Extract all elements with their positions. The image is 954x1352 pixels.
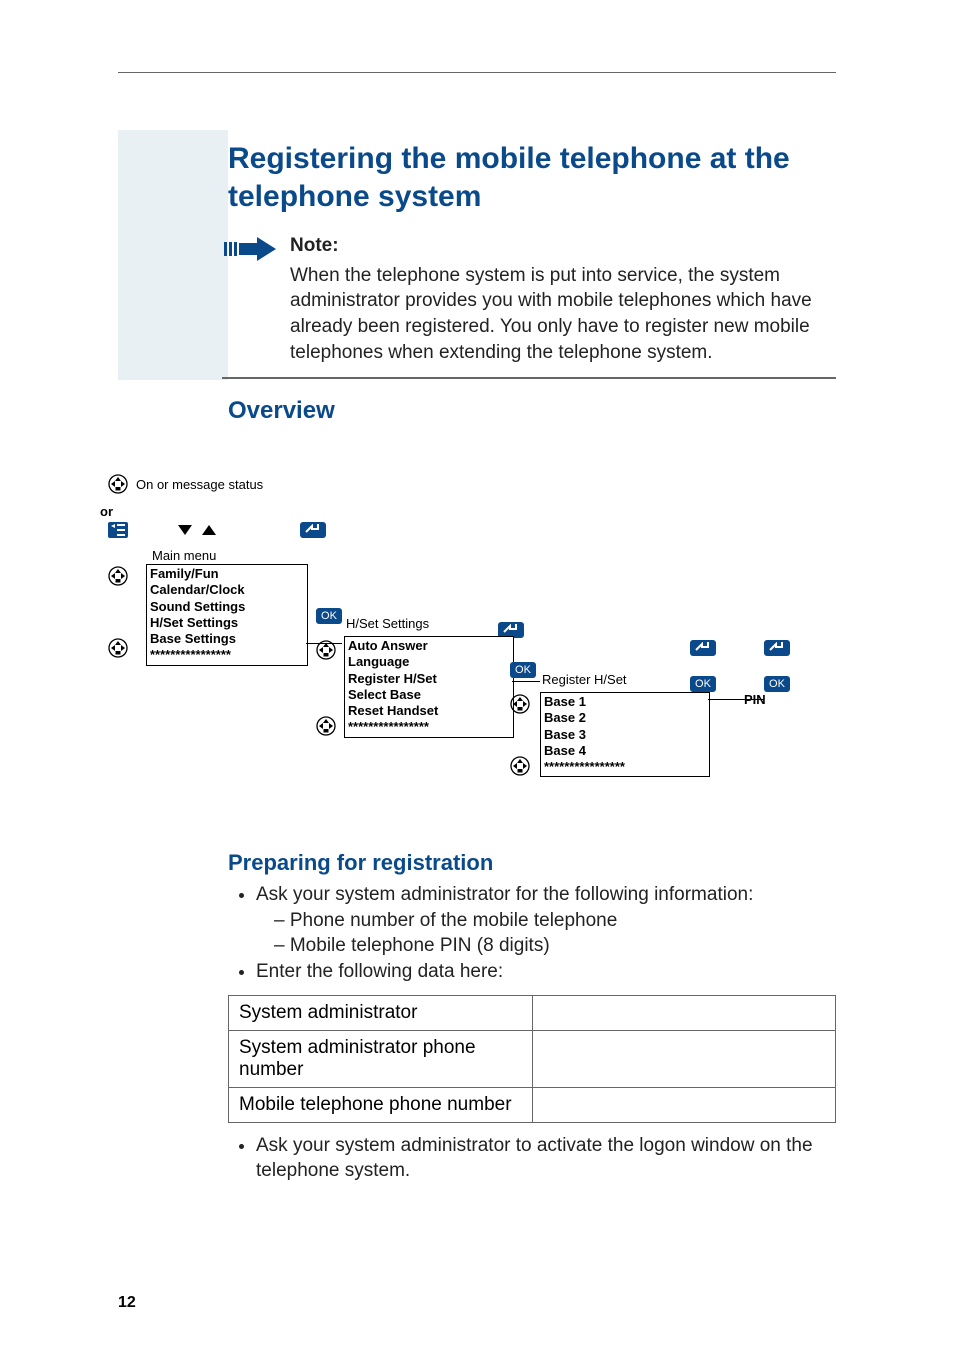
connector-line <box>512 681 540 682</box>
register-hset-menu-box: Base 1 Base 2 Base 3 Base 4 ************… <box>540 692 710 777</box>
menu-item: Register H/Set <box>348 671 510 687</box>
menu-item: Select Base <box>348 687 510 703</box>
hset-settings-label: H/Set Settings <box>346 616 429 631</box>
registration-info-table: System administrator System administrato… <box>228 995 836 1123</box>
note-arrow-icon <box>222 233 276 265</box>
menu-item: Base Settings <box>150 631 304 647</box>
prep-bullet-2: Enter the following data here: <box>256 959 836 985</box>
note-text: When the telephone system is put into se… <box>290 263 836 366</box>
ok-key-icon: OK <box>690 676 716 692</box>
dpad-icon <box>108 566 128 589</box>
menu-item: H/Set Settings <box>150 615 304 631</box>
prep-sub-2: Mobile telephone PIN (8 digits) <box>274 933 836 959</box>
left-margin-band <box>118 130 228 380</box>
note-block: Note: When the telephone system is put i… <box>222 233 836 379</box>
menu-item: Family/Fun <box>150 566 304 582</box>
menu-item: Reset Handset <box>348 703 510 719</box>
menu-key-icon <box>108 522 128 538</box>
prep-sub-1: Phone number of the mobile telephone <box>274 908 836 934</box>
preparing-section: Preparing for registration Ask your syst… <box>228 850 836 1184</box>
table-cell-value[interactable] <box>532 1030 836 1087</box>
menu-item: Calendar/Clock <box>150 582 304 598</box>
menu-item: **************** <box>348 719 510 735</box>
main-menu-box: Family/Fun Calendar/Clock Sound Settings… <box>146 564 308 666</box>
table-cell-label: System administrator phone number <box>229 1030 533 1087</box>
menu-item: Auto Answer <box>348 638 510 654</box>
down-arrow-icon <box>178 525 192 535</box>
table-cell-value[interactable] <box>532 995 836 1030</box>
overview-heading: Overview <box>228 397 836 425</box>
prep-bullet-3: Ask your system administrator to activat… <box>256 1133 836 1184</box>
register-hset-label: Register H/Set <box>542 672 627 687</box>
dpad-icon <box>316 640 336 663</box>
dpad-icon <box>510 756 530 779</box>
back-key-icon <box>300 522 326 538</box>
back-key-icon <box>690 640 716 656</box>
preparing-heading: Preparing for registration <box>228 850 836 876</box>
page-title: Registering the mobile telephone at the … <box>228 140 836 215</box>
menu-item: Sound Settings <box>150 599 304 615</box>
ok-key-icon: OK <box>510 662 536 678</box>
header-rule <box>118 72 836 73</box>
up-arrow-icon <box>202 525 216 535</box>
page-number: 12 <box>118 1294 136 1312</box>
menu-item: Base 4 <box>544 743 706 759</box>
menu-item: Base 2 <box>544 710 706 726</box>
menu-item: Language <box>348 654 510 670</box>
prep-bullet-1: Ask your system administrator for the fo… <box>256 884 753 905</box>
status-text: On or message status <box>136 477 263 492</box>
menu-item: Base 1 <box>544 694 706 710</box>
menu-item: **************** <box>150 647 304 663</box>
dpad-icon <box>108 638 128 661</box>
table-row: Mobile telephone phone number <box>229 1087 836 1122</box>
note-label: Note: <box>290 233 836 259</box>
main-menu-label: Main menu <box>152 548 216 563</box>
dpad-icon <box>316 716 336 739</box>
hset-settings-menu-box: Auto Answer Language Register H/Set Sele… <box>344 636 514 738</box>
table-cell-value[interactable] <box>532 1087 836 1122</box>
or-label: or <box>100 504 113 519</box>
menu-item: Base 3 <box>544 727 706 743</box>
pin-label: PIN <box>744 692 766 707</box>
table-row: System administrator phone number <box>229 1030 836 1087</box>
back-key-icon <box>764 640 790 656</box>
dpad-icon <box>108 474 128 494</box>
overview-diagram: On or message status or Main menu Family… <box>100 460 836 790</box>
table-cell-label: System administrator <box>229 995 533 1030</box>
dpad-icon <box>510 694 530 717</box>
table-cell-label: Mobile telephone phone number <box>229 1087 533 1122</box>
ok-key-icon: OK <box>764 676 790 692</box>
ok-key-icon: OK <box>316 608 342 624</box>
table-row: System administrator <box>229 995 836 1030</box>
menu-item: **************** <box>544 759 706 775</box>
